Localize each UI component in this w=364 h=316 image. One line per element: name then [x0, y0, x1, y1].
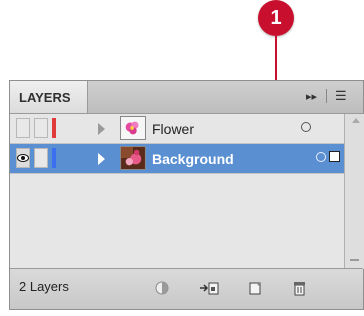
tab-layers[interactable]: LAYERS	[10, 81, 88, 113]
selection-square[interactable]	[329, 151, 340, 162]
callout-badge: 1	[258, 0, 294, 36]
make-clipping-mask-icon[interactable]	[153, 279, 171, 297]
collapse-panel-icon[interactable]: ▸▸	[306, 90, 317, 103]
tabbar-divider	[326, 89, 327, 103]
new-sublayer-icon[interactable]	[198, 279, 220, 297]
layer-count-label: 2 Layers	[19, 279, 69, 294]
scroll-grip[interactable]	[350, 259, 359, 261]
layer-color-bar	[52, 118, 56, 138]
eye-icon	[17, 154, 29, 162]
disclosure-triangle-icon[interactable]	[98, 153, 105, 165]
lock-toggle[interactable]	[34, 148, 48, 168]
target-circle-icon[interactable]	[301, 122, 311, 132]
scrollbar[interactable]	[344, 114, 364, 269]
panel-tabbar: LAYERS ▸▸ ☰	[10, 81, 363, 114]
scroll-up-icon[interactable]	[352, 118, 360, 123]
visibility-toggle[interactable]	[16, 118, 30, 138]
panel-menu-icon[interactable]: ☰	[335, 88, 347, 104]
visibility-toggle[interactable]	[16, 148, 30, 168]
layers-list: Flower Background	[10, 114, 344, 269]
layer-row[interactable]: Flower	[10, 114, 344, 144]
layer-name[interactable]: Background	[152, 151, 234, 167]
layers-panel: LAYERS ▸▸ ☰ Flower Background 2 Layers	[9, 80, 364, 310]
disclosure-triangle-icon[interactable]	[98, 123, 105, 135]
layer-color-bar	[52, 148, 56, 168]
new-layer-icon[interactable]	[246, 279, 264, 297]
delete-layer-icon[interactable]	[290, 279, 308, 297]
layer-thumbnail	[120, 116, 146, 140]
layer-row[interactable]: Background	[10, 144, 344, 174]
layer-thumbnail	[120, 146, 146, 170]
target-circle-icon[interactable]	[316, 152, 326, 162]
layer-name[interactable]: Flower	[152, 121, 194, 137]
lock-toggle[interactable]	[34, 118, 48, 138]
panel-footer: 2 Layers	[10, 268, 363, 309]
